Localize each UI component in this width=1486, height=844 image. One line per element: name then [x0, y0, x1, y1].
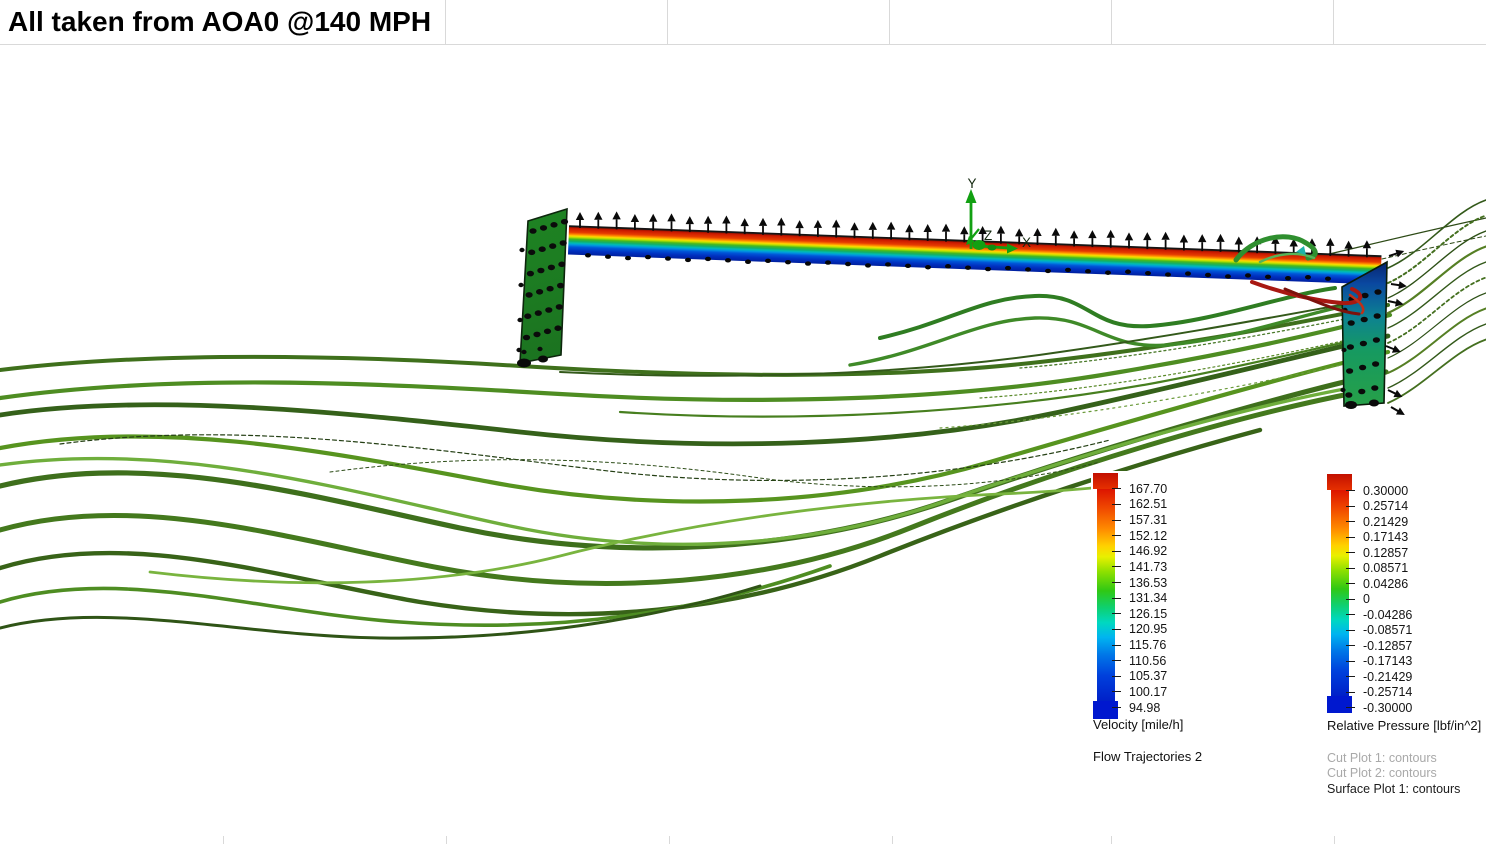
wake-streamline-fan — [1388, 200, 1486, 403]
endplate-foot — [517, 359, 531, 368]
legend-value: 126.15 — [1112, 606, 1167, 622]
legend-value: 0.21429 — [1346, 514, 1412, 530]
left-endplate — [516, 209, 568, 368]
pressure-scale-values: 0.30000 0.25714 0.21429 0.17143 0.12857 … — [1346, 483, 1412, 716]
legend-value: 105.37 — [1112, 669, 1167, 685]
endplate-foot — [1345, 401, 1357, 409]
velocity-legend-label: Velocity [mile/h] — [1093, 717, 1183, 732]
x-axis-label: X — [1022, 235, 1031, 250]
legend-value: 0.04286 — [1346, 576, 1412, 592]
velocity-scale-values: 167.70 162.51 157.31 152.12 146.92 141.7… — [1112, 481, 1167, 715]
legend-value: 120.95 — [1112, 622, 1167, 638]
y-axis-arrowhead — [966, 189, 977, 203]
velocity-legend: 167.70 162.51 157.31 152.12 146.92 141.7… — [1091, 471, 1213, 773]
triad-origin — [988, 245, 997, 251]
legend-value: 162.51 — [1112, 497, 1167, 513]
plot-list: Cut Plot 1: contours Cut Plot 2: contour… — [1327, 751, 1460, 797]
cfd-scene: Y Z X — [0, 0, 1486, 844]
legend-value: 152.12 — [1112, 528, 1167, 544]
y-axis-label: Y — [967, 176, 976, 191]
pressure-legend: 0.30000 0.25714 0.21429 0.17143 0.12857 … — [1325, 472, 1483, 804]
legend-value: 0.17143 — [1346, 530, 1412, 546]
legend-value: 157.31 — [1112, 512, 1167, 528]
legend-value: -0.04286 — [1346, 607, 1412, 623]
legend-value: 94.98 — [1112, 700, 1167, 716]
legend-value: 110.56 — [1112, 653, 1167, 669]
legend-value: -0.17143 — [1346, 654, 1412, 670]
legend-value: 136.53 — [1112, 575, 1167, 591]
legend-value: 146.92 — [1112, 544, 1167, 560]
legend-value: -0.21429 — [1346, 669, 1412, 685]
legend-value: 0 — [1346, 592, 1412, 608]
legend-value: 0.25714 — [1346, 499, 1412, 515]
flow-trajectories — [0, 218, 1486, 638]
legend-value: 0.12857 — [1346, 545, 1412, 561]
legend-value: -0.08571 — [1346, 623, 1412, 639]
legend-value: -0.12857 — [1346, 638, 1412, 654]
endplate-foot — [1369, 400, 1379, 407]
endplate-foot — [538, 356, 548, 363]
legend-value: 100.17 — [1112, 684, 1167, 700]
z-axis-label: Z — [984, 228, 992, 243]
legend-value: 115.76 — [1112, 637, 1167, 653]
plot-list-item: Cut Plot 2: contours — [1327, 766, 1460, 781]
legend-value: -0.25714 — [1346, 685, 1412, 701]
legend-value: 0.08571 — [1346, 561, 1412, 577]
pressure-legend-label: Relative Pressure [lbf/in^2] — [1327, 718, 1481, 733]
endplate-side-arrows — [1385, 247, 1408, 418]
plot-list-item: Surface Plot 1: contours — [1327, 782, 1460, 797]
legend-value: 167.70 — [1112, 481, 1167, 497]
legend-value: 0.30000 — [1346, 483, 1412, 499]
flow-trajectories-caption: Flow Trajectories 2 — [1093, 749, 1202, 764]
legend-value: -0.30000 — [1346, 700, 1412, 716]
legend-value: 141.73 — [1112, 559, 1167, 575]
right-endplate-face — [1342, 262, 1387, 406]
legend-value: 131.34 — [1112, 590, 1167, 606]
plot-list-item: Cut Plot 1: contours — [1327, 751, 1460, 766]
